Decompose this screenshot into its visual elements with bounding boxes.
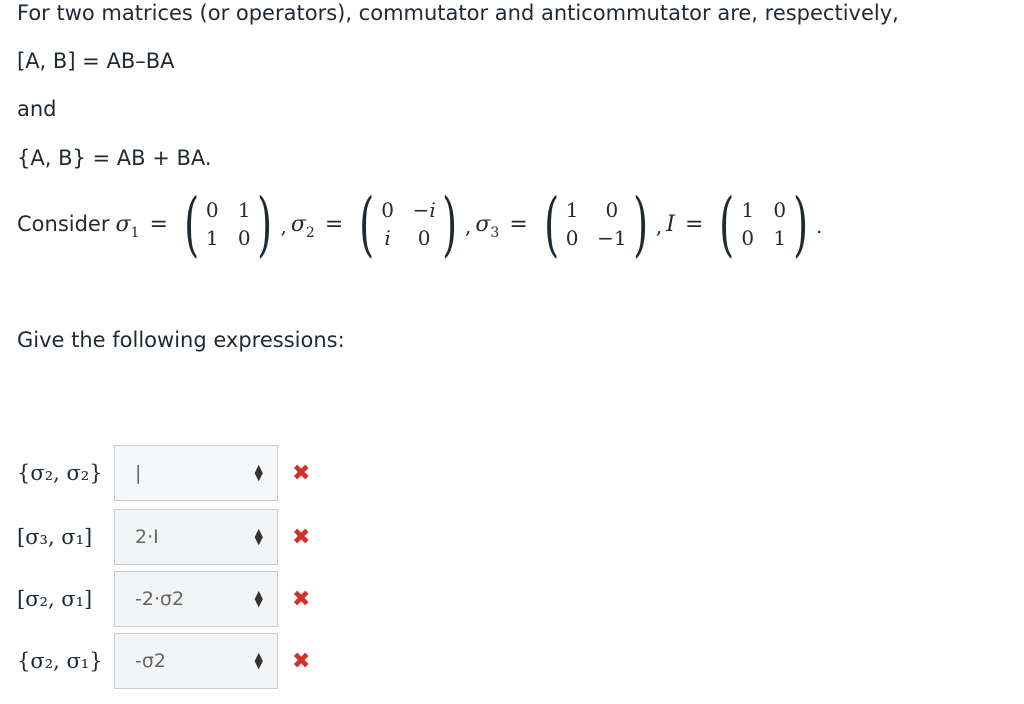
question-row: {σ₂, σ₂} | ▲ ▼ ✖ <box>17 444 310 502</box>
answer-value: -σ2 <box>135 650 166 672</box>
question-label: [σ₂, σ₁] <box>17 587 93 611</box>
incorrect-icon: ✖ <box>292 586 311 612</box>
incorrect-icon: ✖ <box>292 460 311 486</box>
sigma1-symbol: σ1 <box>115 211 140 241</box>
updown-arrows-icon: ▲ ▼ <box>254 588 263 609</box>
sigma3-symbol: σ3 <box>475 211 500 241</box>
answer-select[interactable]: 2·I ▲ ▼ <box>114 509 278 565</box>
prompt-text: Give the following expressions: <box>17 328 345 352</box>
incorrect-icon: ✖ <box>292 524 311 550</box>
and-text: and <box>17 97 57 121</box>
identity-matrix: ( 10 01 ) <box>719 183 808 265</box>
sigma1-matrix: ( 01 10 ) <box>184 183 273 265</box>
question-row: [σ₂, σ₁] -2·σ2 ▲ ▼ ✖ <box>17 570 310 628</box>
sigma2-matrix: ( 0 −i i0 ) <box>359 183 457 265</box>
question-row: {σ₂, σ₁} -σ2 ▲ ▼ ✖ <box>17 632 310 690</box>
matrices-definition: Consider σ1 = ( 01 10 ) , σ2 = ( 0 −i i0 … <box>17 183 823 265</box>
answer-select[interactable]: -σ2 ▲ ▼ <box>114 633 278 689</box>
question-row: [σ₃, σ₁] 2·I ▲ ▼ ✖ <box>17 508 310 566</box>
answer-value: 2·I <box>135 526 159 548</box>
consider-label: Consider <box>17 212 110 236</box>
sigma2-symbol: σ2 <box>290 211 315 241</box>
answer-value: -2·σ2 <box>135 588 185 610</box>
answer-select[interactable]: | ▲ ▼ <box>114 445 278 501</box>
question-label: [σ₃, σ₁] <box>17 525 93 549</box>
anticommutator-definition: {A, B} = AB + BA. <box>17 146 212 170</box>
answer-select[interactable]: -2·σ2 ▲ ▼ <box>114 571 278 627</box>
identity-symbol: I <box>666 211 675 237</box>
updown-arrows-icon: ▲ ▼ <box>254 650 263 671</box>
incorrect-icon: ✖ <box>292 648 311 674</box>
commutator-definition: [A, B] = AB–BA <box>17 49 175 73</box>
question-label: {σ₂, σ₂} <box>17 461 103 485</box>
answer-value: | <box>135 462 142 484</box>
question-label: {σ₂, σ₁} <box>17 649 103 673</box>
updown-arrows-icon: ▲ ▼ <box>254 526 263 547</box>
sigma3-matrix: ( 10 0 −1 ) <box>543 183 648 265</box>
updown-arrows-icon: ▲ ▼ <box>254 462 263 483</box>
intro-text: For two matrices (or operators), commuta… <box>17 1 899 25</box>
